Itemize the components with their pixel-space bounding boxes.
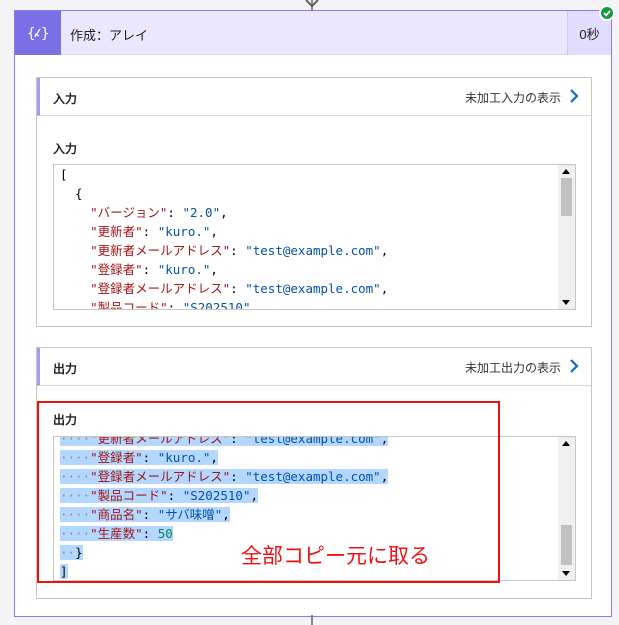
braces-compose-icon: {} [15, 11, 61, 55]
input-code-box[interactable]: [ { "バージョン": "2.0", "更新者": "kuro.", "更新者… [53, 164, 576, 310]
code-line: "バージョン": "2.0", [90, 205, 228, 220]
output-section-title: 出力 [53, 362, 78, 376]
chevron-right-icon[interactable] [567, 357, 581, 375]
input-scrollbar[interactable] [558, 165, 575, 309]
scroll-down-icon[interactable] [562, 300, 570, 305]
input-section-header: 入力 未加工入力の表示 [37, 78, 591, 116]
flow-arrow-icon [305, 0, 319, 8]
code-line: "更新者": "kuro.", [90, 224, 218, 239]
annotation-text: 全部コピー元に取る [241, 544, 430, 568]
success-check-icon [599, 5, 615, 21]
show-raw-input-link[interactable]: 未加工入力の表示 [465, 89, 561, 106]
scroll-thumb[interactable] [561, 178, 572, 216]
code-line: "登録者メールアドレス": "test@example.com", [90, 281, 389, 296]
input-body-label: 入力 [53, 142, 78, 156]
code-line: "登録者": "kuro.", [90, 262, 218, 277]
input-json-text: [ { "バージョン": "2.0", "更新者": "kuro.", "更新者… [60, 165, 389, 310]
scroll-up-icon[interactable] [562, 169, 570, 174]
code-line: { [60, 186, 83, 201]
scroll-down-icon[interactable] [562, 571, 570, 576]
action-header[interactable]: {} 作成：アレイ 0秒 [15, 5, 615, 55]
action-title: 作成：アレイ [70, 28, 149, 43]
chevron-right-icon[interactable] [567, 87, 581, 105]
output-section-header: 出力 未加工出力の表示 [37, 348, 591, 386]
scroll-up-icon[interactable] [562, 441, 570, 446]
show-raw-output-link[interactable]: 未加工出力の表示 [465, 359, 561, 376]
input-section: 入力 未加工入力の表示 入力 [ { "バージョン": "2.0", "更新者"… [36, 77, 592, 327]
code-line: [ [60, 167, 68, 182]
output-scrollbar[interactable] [558, 437, 575, 580]
input-section-title: 入力 [53, 92, 78, 106]
svg-text:}: } [41, 26, 49, 42]
code-line: "更新者メールアドレス": "test@example.com", [90, 243, 389, 258]
flow-connector-bottom [311, 615, 313, 625]
svg-text:{: { [27, 26, 35, 42]
code-line: "製品コード": "S202510" [90, 300, 251, 310]
scroll-thumb[interactable] [561, 525, 572, 565]
